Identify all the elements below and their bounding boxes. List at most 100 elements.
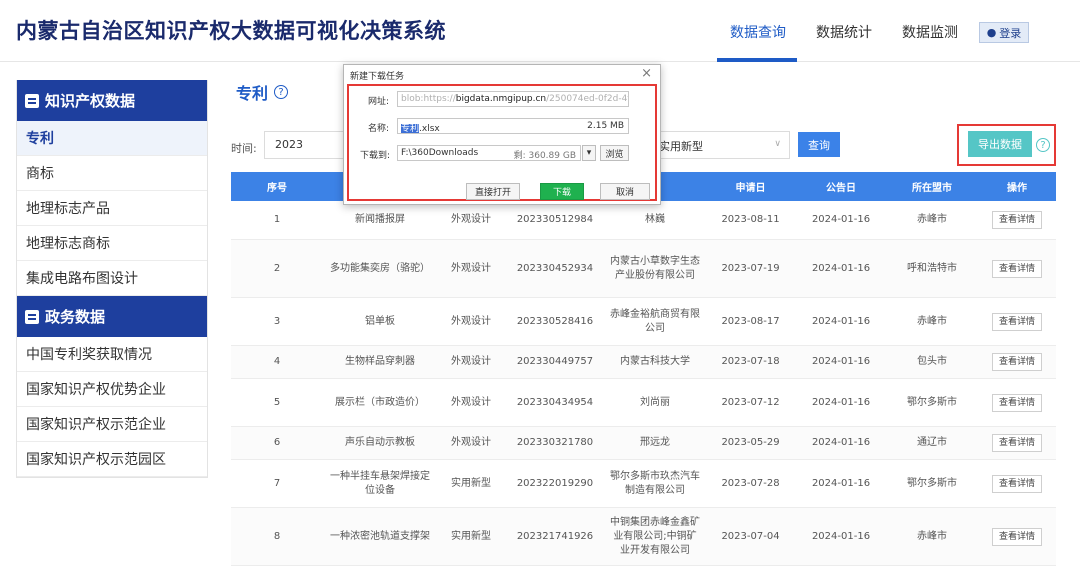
- close-icon[interactable]: ×: [641, 66, 652, 81]
- detail-cell[interactable]: 查看详情: [978, 201, 1056, 239]
- sidebar-item-demo-park[interactable]: 国家知识产权示范园区: [17, 442, 207, 477]
- sidebar-item-geo-trademark[interactable]: 地理标志商标: [17, 226, 207, 261]
- save-to-label: 下载到:: [360, 151, 391, 161]
- table-row: 3 铝单板 外观设计 202330528416 赤峰金裕航商贸有限公司 2023-08-1…: [231, 298, 1056, 346]
- cancel-button[interactable]: 取消: [600, 183, 650, 200]
- download-button[interactable]: 下载: [540, 183, 584, 200]
- detail-cell[interactable]: 查看详情: [978, 508, 1056, 565]
- view-details-button[interactable]: 查看详情: [992, 211, 1042, 229]
- nav-data-statistics[interactable]: 数据统计: [816, 22, 872, 42]
- table-cell: 1: [273, 214, 281, 225]
- sidebar-item-patent-award[interactable]: 中国专利奖获取情况: [17, 337, 207, 372]
- path-dropdown[interactable]: ▾: [582, 145, 596, 161]
- table-cell: 6: [273, 437, 281, 448]
- table-cell: 外观设计: [451, 214, 491, 225]
- sidebar-item-demo-enterprise[interactable]: 国家知识产权示范企业: [17, 407, 207, 442]
- detail-cell[interactable]: 查看详情: [978, 379, 1056, 426]
- table-cell: 外观设计: [451, 396, 491, 408]
- view-details-button[interactable]: 查看详情: [992, 527, 1042, 546]
- filter-time-label: 时间:: [231, 142, 257, 155]
- table-cell: 林巍: [645, 214, 665, 225]
- query-button[interactable]: 查询: [798, 132, 840, 157]
- table-cell: 202330449757: [516, 356, 594, 367]
- table-cell: 2023-07-28: [721, 477, 780, 489]
- user-icon: ●: [986, 26, 997, 39]
- sidebar-item-ic-layout[interactable]: 集成电路布图设计: [17, 261, 207, 296]
- url-field[interactable]: blob:https://bigdata.nmgipup.cn/250074ed…: [397, 91, 629, 107]
- table-cell: 8: [273, 530, 281, 542]
- table-row: 2 多功能集奕房（骆驼） 外观设计 202330452934 内蒙古小草数字生态产业股份…: [231, 240, 1056, 298]
- column-header: 公告日: [826, 183, 856, 194]
- table-cell: 2: [273, 262, 281, 274]
- view-details-button[interactable]: 查看详情: [992, 353, 1042, 371]
- detail-cell[interactable]: 查看详情: [978, 427, 1056, 459]
- table-cell: 202330452934: [516, 262, 594, 274]
- table-cell: 通辽市: [917, 437, 947, 448]
- column-header: 序号: [267, 183, 287, 194]
- table-row: 8 一种浓密池轨道支撑架 实用新型 202321741926 中铜集团赤峰金鑫矿业有限公…: [231, 508, 1056, 566]
- free-space: 剩: 360.89 GB: [513, 151, 576, 161]
- column-header: 所在盟市: [912, 183, 952, 194]
- nav-data-query[interactable]: 数据查询: [730, 22, 786, 42]
- view-details-button[interactable]: 查看详情: [992, 393, 1042, 412]
- help-icon[interactable]: ?: [1036, 138, 1050, 152]
- name-label: 名称:: [368, 124, 390, 134]
- table-cell: 一种半挂车悬架焊接定位设备: [330, 470, 430, 496]
- table-cell: 4: [273, 356, 281, 367]
- table-cell: 声乐自动示教板: [345, 437, 415, 448]
- table-cell: 7: [273, 477, 281, 489]
- table-cell: 刘尚丽: [640, 396, 670, 408]
- detail-cell[interactable]: 查看详情: [978, 460, 1056, 507]
- table-row: 5 展示栏（市政造价） 外观设计 202330434954 刘尚丽 2023-07-12 2…: [231, 379, 1056, 427]
- table-cell: 5: [273, 396, 281, 408]
- table-cell: 内蒙古小草数字生态产业股份有限公司: [610, 255, 700, 281]
- nav-active-indicator: [717, 58, 797, 62]
- table-cell: 2024-01-16: [811, 530, 871, 542]
- table-cell: 实用新型: [451, 477, 491, 489]
- view-details-button[interactable]: 查看详情: [992, 434, 1042, 452]
- save-path-field[interactable]: F:\360Downloads 剩: 360.89 GB: [397, 145, 581, 161]
- open-directly-button[interactable]: 直接打开: [466, 183, 520, 200]
- nav-data-monitoring[interactable]: 数据监测: [902, 22, 958, 42]
- login-button[interactable]: ● 登录: [979, 22, 1029, 43]
- table-cell: 铝单板: [365, 315, 395, 327]
- table-cell: 2024-01-16: [811, 214, 871, 225]
- table-cell: 展示栏（市政造价）: [335, 396, 425, 408]
- table-cell: 202322019290: [516, 477, 594, 489]
- table-cell: 3: [273, 315, 281, 327]
- browse-button[interactable]: 浏览: [600, 145, 629, 161]
- list-icon: [25, 93, 39, 108]
- sidebar-item-geo-product[interactable]: 地理标志产品: [17, 191, 207, 226]
- help-icon[interactable]: ?: [274, 85, 289, 99]
- url-label: 网址:: [368, 97, 390, 107]
- detail-cell[interactable]: 查看详情: [978, 298, 1056, 345]
- view-details-button[interactable]: 查看详情: [992, 474, 1042, 493]
- table-cell: 2024-01-16: [811, 437, 871, 448]
- sidebar-item-trademark[interactable]: 商标: [17, 156, 207, 191]
- caret-down-icon: ▾: [586, 148, 592, 158]
- table-cell: 中铜集团赤峰金鑫矿业有限公司;中铜矿业开发有限公司: [610, 516, 700, 556]
- detail-cell[interactable]: 查看详情: [978, 240, 1056, 297]
- sidebar-group-gov-data: 政务数据: [17, 296, 207, 337]
- table-row: 4 生物样品穿刺器 外观设计 202330449757 内蒙古科技大学 2023-07-1…: [231, 346, 1056, 379]
- table-row: 7 一种半挂车悬架焊接定位设备 实用新型 202322019290 鄂尔多斯市玖杰汽车制…: [231, 460, 1056, 508]
- detail-cell[interactable]: 查看详情: [978, 346, 1056, 378]
- download-dialog: 新建下载任务 × 网址: blob:https://bigdata.nmgipu…: [343, 64, 661, 205]
- export-data-button[interactable]: 导出数据: [968, 131, 1032, 157]
- sidebar: 知识产权数据 专利 商标 地理标志产品 地理标志商标 集成电路布图设计 政务数据…: [16, 80, 208, 478]
- patent-table: 序号 申请日 公告日 所在盟市 操作 1 新闻播报屏 外观设计 20233051298…: [231, 172, 1056, 566]
- table-cell: 呼和浩特市: [907, 262, 957, 274]
- sidebar-group-label: 知识产权数据: [45, 92, 136, 110]
- sidebar-item-patent[interactable]: 专利: [17, 121, 207, 156]
- table-cell: 鄂尔多斯市: [907, 477, 957, 489]
- filename-field[interactable]: 专利.xlsx 2.15 MB: [397, 118, 629, 134]
- view-details-button[interactable]: 查看详情: [992, 312, 1042, 331]
- table-cell: 外观设计: [451, 356, 491, 367]
- view-details-button[interactable]: 查看详情: [992, 259, 1042, 278]
- table-cell: 外观设计: [451, 437, 491, 448]
- sidebar-item-advantage-enterprise[interactable]: 国家知识产权优势企业: [17, 372, 207, 407]
- table-cell: 2024-01-16: [811, 477, 871, 489]
- filename-base: 专利: [401, 124, 420, 134]
- type-select[interactable]: 实用新型 ∨: [650, 131, 790, 159]
- table-cell: 202330321780: [516, 437, 594, 448]
